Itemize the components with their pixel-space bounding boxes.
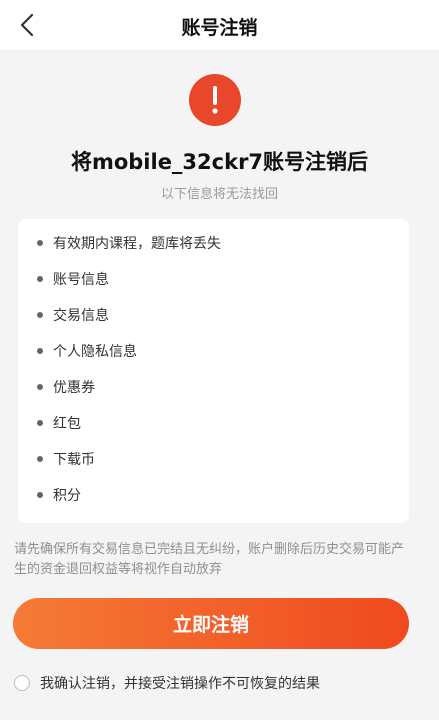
list-item: 账号信息 [37,269,109,289]
list-item-label: 个人隐私信息 [53,344,137,360]
list-item: 交易信息 [37,305,109,325]
agreement-label: 我确认注销，并接受注销操作不可恢复的结果 [40,676,320,692]
bullet [37,384,43,390]
navigation-bar: 账号注销 [0,0,439,50]
list-item: 下载币 [37,449,95,469]
subtitle: 以下信息将无法找回 [160,187,278,202]
bullet [37,348,43,354]
list-item: 红包 [37,413,81,433]
bullet [37,456,43,462]
warning-badge [189,74,241,126]
list-item-label: 积分 [53,488,81,504]
lost-info-card: 有效期内课程，题库将丢失 账号信息 交易信息 个人隐私信息 优惠券 红包 下载币… [18,219,409,523]
list-item: 积分 [37,485,81,505]
list-item: 优惠券 [37,377,95,397]
headline: 将mobile_32ckr7账号注销后 [70,150,369,174]
bullet [37,276,43,282]
agreement-row[interactable]: 我确认注销，并接受注销操作不可恢复的结果 [14,673,320,693]
bullet [37,420,43,426]
exclamation-icon [212,86,218,114]
list-item-label: 交易信息 [53,308,109,324]
list-item: 有效期内课程，题库将丢失 [37,233,221,253]
notice-text: 请先确保所有交易信息已完结且无纠纷，账户删除后历史交易可能产生的资金退回权益等将… [14,542,405,577]
bullet [37,240,43,246]
list-item-label: 账号信息 [53,272,109,288]
agreement-checkbox[interactable] [14,675,30,691]
list-item-label: 优惠券 [53,380,95,396]
list-item: 个人隐私信息 [37,341,137,361]
list-item-label: 有效期内课程，题库将丢失 [53,236,221,252]
page-title: 账号注销 [181,17,258,39]
bullet [37,492,43,498]
deactivate-account-button[interactable]: 立即注销 [13,598,409,649]
list-item-label: 红包 [53,416,81,432]
list-item-label: 下载币 [53,452,95,468]
bullet [37,312,43,318]
